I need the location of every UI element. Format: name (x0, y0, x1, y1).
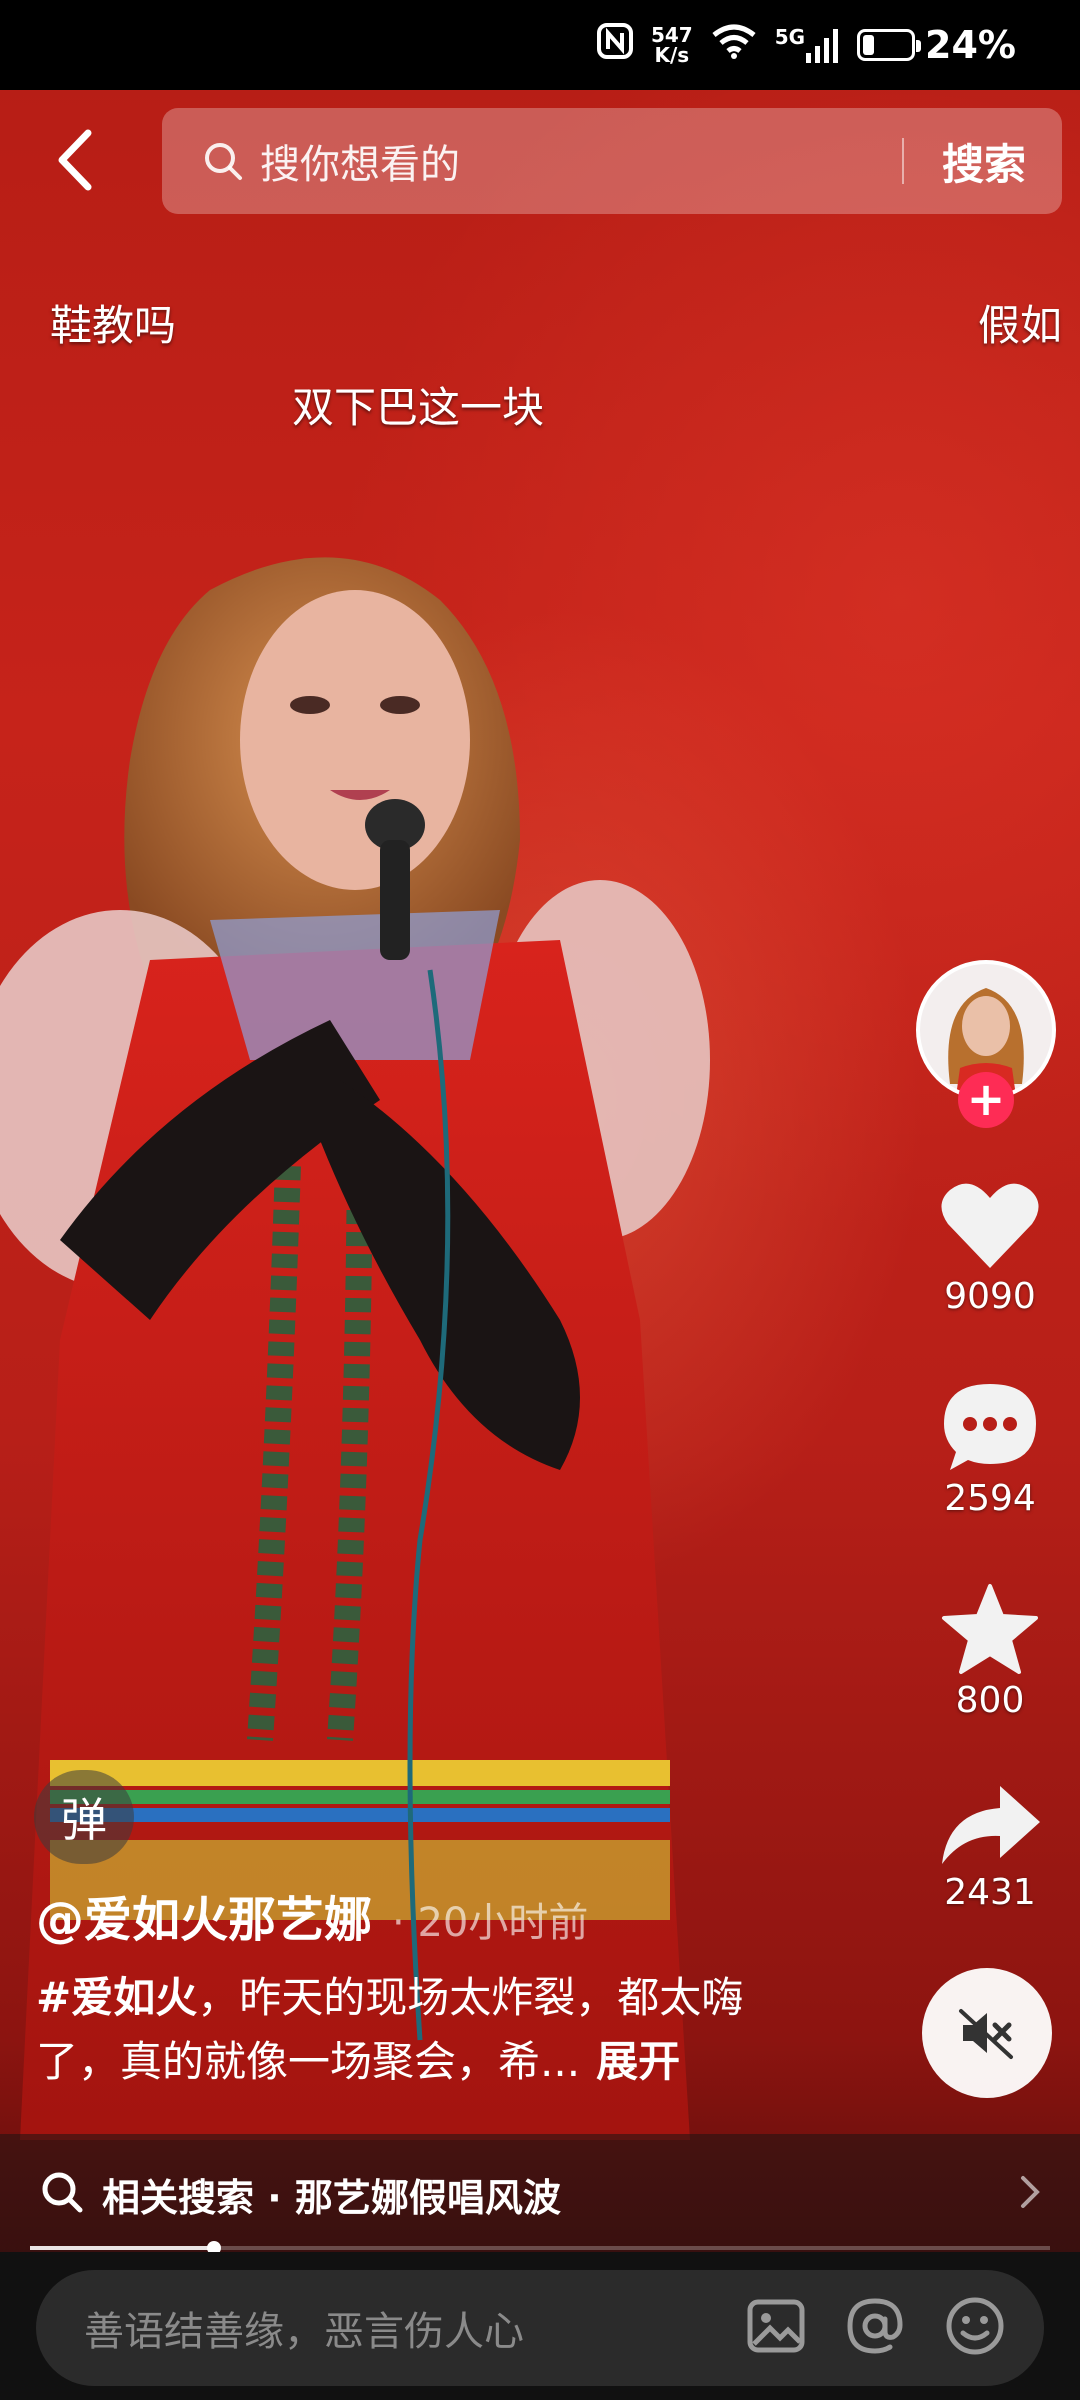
wifi-icon (711, 23, 757, 68)
mute-button[interactable] (922, 1968, 1052, 2098)
hashtag-link[interactable]: #爱如火 (36, 1973, 197, 2022)
video-description: #爱如火，昨天的现场太炸裂，都太嗨了，真的就像一场聚会，希... 展开 (36, 1966, 826, 2094)
star-icon (942, 1584, 1038, 1674)
status-bar: 547 K/s 5G 24% (0, 0, 1080, 90)
heart-icon (941, 1183, 1039, 1268)
network-type: 5G (774, 25, 806, 49)
image-icon[interactable] (746, 2296, 806, 2360)
share-icon (942, 1786, 1040, 1864)
danmaku-comment: 假如 (978, 301, 1063, 350)
related-search-bar[interactable]: 相关搜索 · 那艺娜假唱风波 (0, 2134, 1080, 2254)
back-icon (58, 129, 92, 191)
share-button[interactable]: 2431 (920, 1782, 1060, 1913)
battery-percent: 24% (925, 23, 1016, 67)
search-input[interactable]: 搜你想看的 (260, 132, 902, 190)
danmaku-toggle[interactable]: 弹 (34, 1770, 134, 1864)
battery-fill (863, 35, 875, 55)
related-search-label: 相关搜索 · 那艺娜假唱风波 (102, 2175, 561, 2220)
comment-bar: 善语结善缘，恶言伤人心 (0, 2252, 1080, 2400)
mute-icon (959, 2009, 1013, 2059)
back-button[interactable] (46, 125, 106, 195)
author-name[interactable]: @爱如火那艺娜 (36, 1892, 372, 1948)
comment-input[interactable]: 善语结善缘，恶言伤人心 (36, 2270, 1044, 2386)
follow-button[interactable]: + (958, 1072, 1014, 1128)
network-speed-value: 547 (650, 23, 693, 47)
comment-input-placeholder[interactable]: 善语结善缘，恶言伤人心 (84, 2299, 746, 2357)
nfc-icon (596, 22, 633, 68)
post-time: · 20小时前 (392, 1900, 589, 1946)
like-count: 9090 (944, 1276, 1036, 1317)
network-speed: 547 K/s (651, 25, 693, 65)
comment-button[interactable]: 2594 (920, 1380, 1060, 1519)
favorite-count: 800 (955, 1680, 1025, 1721)
status-indicators: 547 K/s 5G 24% (596, 0, 1016, 90)
expand-button[interactable]: 展开 (596, 2037, 680, 2086)
search-icon (40, 2170, 84, 2218)
chevron-right-icon (1020, 2175, 1040, 2213)
search-button[interactable]: 搜索 (904, 131, 1062, 192)
like-button[interactable]: 9090 (920, 1180, 1060, 1317)
signal-icon (806, 29, 839, 63)
search-icon (202, 140, 244, 182)
danmaku-comment: 双下巴这一块 (292, 383, 545, 432)
search-bar[interactable]: 搜你想看的 搜索 (162, 108, 1062, 214)
comment-count: 2594 (944, 1478, 1036, 1519)
battery-icon (857, 29, 922, 61)
video-screen[interactable]: 547 K/s 5G 24% 搜你想看的 搜索 鞋教吗 双下巴这一块 假如 + … (0, 0, 1080, 2400)
battery: 24% (857, 23, 1016, 67)
at-icon[interactable] (844, 2295, 906, 2361)
author-line: @爱如火那艺娜 · 20小时前 (36, 1880, 588, 1950)
favorite-button[interactable]: 800 (920, 1582, 1060, 1721)
author-avatar-group[interactable]: + (916, 960, 1056, 1128)
video-progress-bar[interactable] (30, 2241, 1050, 2255)
emoji-icon[interactable] (944, 2295, 1006, 2361)
network-speed-unit: K/s (654, 43, 690, 67)
share-count: 2431 (944, 1872, 1036, 1913)
comment-icon (944, 1384, 1036, 1470)
signal-indicator: 5G (775, 27, 839, 63)
danmaku-comment: 鞋教吗 (50, 301, 177, 350)
video-progress-fill (30, 2246, 214, 2250)
